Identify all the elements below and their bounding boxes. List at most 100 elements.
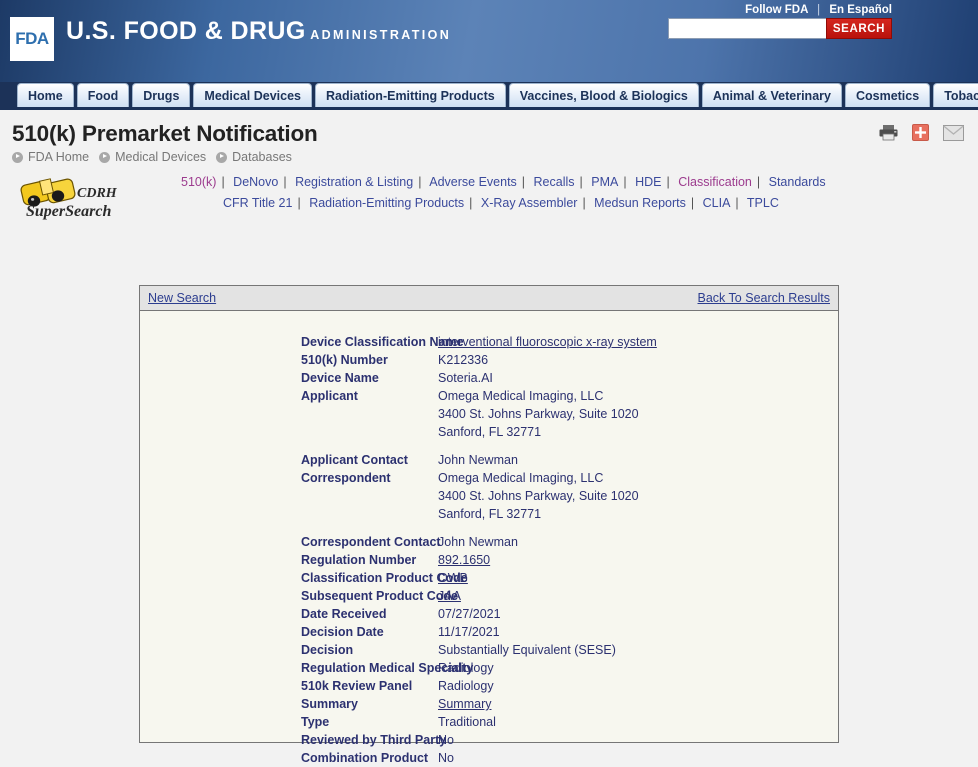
db-link-cfr-title-21[interactable]: CFR Title 21 — [223, 196, 292, 210]
utility-separator: | — [811, 4, 826, 16]
field-value: Substantially Equivalent (SESE) — [438, 641, 838, 659]
nav-tab-medical-devices[interactable]: Medical Devices — [193, 83, 312, 107]
field-value: interventional fluoroscopic x-ray system — [438, 333, 838, 351]
field-row-reviewed-by-third-party: Reviewed by Third Party No — [140, 731, 838, 749]
correspondent-address-line-3: Sanford, FL 32771 — [438, 505, 838, 523]
site-masthead: FDA U.S. FOOD & DRUG ADMINISTRATION Foll… — [0, 0, 978, 82]
field-label: Regulation Number — [140, 551, 438, 569]
back-to-search-results-link[interactable]: Back To Search Results — [698, 291, 830, 305]
field-row-correspondent: Correspondent Omega Medical Imaging, LLC… — [140, 469, 838, 523]
field-value: Radiology — [438, 677, 838, 695]
field-row-decision-date: Decision Date 11/17/2021 — [140, 623, 838, 641]
field-label: Date Received — [140, 605, 438, 623]
field-row-correspondent-contact: Correspondent Contact John Newman — [140, 533, 838, 551]
field-label: Correspondent — [140, 469, 438, 523]
field-value: Omega Medical Imaging, LLC 3400 St. John… — [438, 387, 838, 441]
db-link-radiation-emitting-products[interactable]: Radiation-Emitting Products — [309, 196, 464, 210]
db-link-adverse-events[interactable]: Adverse Events — [429, 175, 517, 189]
fda-home-logo-link[interactable]: FDA U.S. FOOD & DRUG ADMINISTRATION — [10, 17, 451, 61]
db-link-standards[interactable]: Standards — [769, 175, 826, 189]
fda-wordmark: U.S. FOOD & DRUG ADMINISTRATION — [66, 17, 451, 44]
breadcrumb-item-fda-home[interactable]: FDA Home — [28, 150, 89, 164]
field-label: Decision Date — [140, 623, 438, 641]
nav-tab-vaccines-blood-biologics[interactable]: Vaccines, Blood & Biologics — [509, 83, 699, 107]
new-search-link[interactable]: New Search — [148, 291, 216, 305]
field-row-subsequent-product-code: Subsequent Product Code JAA — [140, 587, 838, 605]
primary-nav-tabs: Home Food Drugs Medical Devices Radiatio… — [17, 83, 978, 107]
database-links: 510(k)| DeNovo| Registration & Listing| … — [181, 172, 901, 214]
db-link-pma[interactable]: PMA — [591, 175, 618, 189]
db-link-clia[interactable]: CLIA — [703, 196, 731, 210]
site-search-form: SEARCH — [668, 18, 892, 39]
cdrh-logo-line2: SuperSearch — [26, 203, 111, 220]
nav-tab-home[interactable]: Home — [17, 83, 74, 107]
field-label: Correspondent Contact — [140, 533, 438, 551]
follow-fda-link[interactable]: Follow FDA — [745, 4, 808, 16]
db-link-xray-assembler[interactable]: X-Ray Assembler — [481, 196, 578, 210]
database-links-row-2: CFR Title 21| Radiation-Emitting Product… — [181, 193, 901, 214]
field-value: 11/17/2021 — [438, 623, 838, 641]
share-icon[interactable] — [912, 124, 929, 141]
search-input[interactable] — [668, 18, 826, 39]
field-row-date-received: Date Received 07/27/2021 — [140, 605, 838, 623]
regulation-number-link[interactable]: 892.1650 — [438, 553, 490, 567]
field-row-summary: Summary Summary — [140, 695, 838, 713]
field-label: Classification Product Code — [140, 569, 438, 587]
database-nav-section: CDRH SuperSearch 510(k)| DeNovo| Registr… — [0, 168, 978, 230]
db-link-510k[interactable]: 510(k) — [181, 175, 216, 189]
database-links-row-1: 510(k)| DeNovo| Registration & Listing| … — [181, 172, 901, 193]
print-icon[interactable] — [879, 124, 898, 141]
field-value: 892.1650 — [438, 551, 838, 569]
classification-product-code-link[interactable]: OWB — [438, 571, 468, 585]
db-link-hde[interactable]: HDE — [635, 175, 661, 189]
db-link-registration-listing[interactable]: Registration & Listing — [295, 175, 413, 189]
nav-tab-cosmetics[interactable]: Cosmetics — [845, 83, 930, 107]
search-button[interactable]: SEARCH — [826, 18, 892, 39]
field-value: No — [438, 749, 838, 767]
fda-wordmark-line1: U.S. FOOD & DRUG — [66, 17, 306, 45]
field-row-applicant: Applicant Omega Medical Imaging, LLC 340… — [140, 387, 838, 441]
breadcrumb-arrow-icon — [99, 152, 110, 163]
nav-tab-food[interactable]: Food — [77, 83, 130, 107]
primary-navigation: Home Food Drugs Medical Devices Radiatio… — [0, 82, 978, 110]
breadcrumb-item-databases[interactable]: Databases — [232, 150, 292, 164]
field-label: Applicant Contact — [140, 451, 438, 469]
subsequent-product-code-link[interactable]: JAA — [438, 589, 461, 603]
field-label: Type — [140, 713, 438, 731]
field-row-combination-product: Combination Product No — [140, 749, 838, 767]
record-field-list: Device Classification Name interventiona… — [140, 311, 838, 767]
field-value: John Newman — [438, 451, 838, 469]
field-label: Combination Product — [140, 749, 438, 767]
correspondent-address-line-1: Omega Medical Imaging, LLC — [438, 469, 838, 487]
field-row-device-classification-name: Device Classification Name interventiona… — [140, 333, 838, 351]
device-classification-name-link[interactable]: interventional fluoroscopic x-ray system — [438, 335, 657, 349]
field-row-regulation-number: Regulation Number 892.1650 — [140, 551, 838, 569]
field-row-510k-review-panel: 510k Review Panel Radiology — [140, 677, 838, 695]
nav-tab-tobacco-products[interactable]: Tobacco Products — [933, 83, 978, 107]
nav-tab-radiation-emitting-products[interactable]: Radiation-Emitting Products — [315, 83, 506, 107]
db-link-medsun-reports[interactable]: Medsun Reports — [594, 196, 686, 210]
email-icon[interactable] — [943, 125, 964, 141]
db-link-recalls[interactable]: Recalls — [534, 175, 575, 189]
nav-tab-drugs[interactable]: Drugs — [132, 83, 190, 107]
breadcrumb: FDA Home Medical Devices Databases — [12, 150, 978, 164]
db-link-classification[interactable]: Classification — [678, 175, 752, 189]
cdrh-logo-line1: CDRH — [77, 186, 118, 201]
field-value: 07/27/2021 — [438, 605, 838, 623]
field-label: 510k Review Panel — [140, 677, 438, 695]
breadcrumb-arrow-icon — [12, 152, 23, 163]
db-link-denovo[interactable]: DeNovo — [233, 175, 278, 189]
field-value: Soteria.AI — [438, 369, 838, 387]
cdrh-supersearch-logo[interactable]: CDRH SuperSearch — [14, 171, 144, 221]
summary-link[interactable]: Summary — [438, 697, 491, 711]
fda-logo-text: FDA — [15, 29, 48, 49]
db-link-tplc[interactable]: TPLC — [747, 196, 779, 210]
en-espanol-link[interactable]: En Español — [829, 4, 892, 16]
page-title: 510(k) Premarket Notification — [12, 122, 978, 146]
nav-tab-animal-veterinary[interactable]: Animal & Veterinary — [702, 83, 842, 107]
field-value: JAA — [438, 587, 838, 605]
breadcrumb-item-medical-devices[interactable]: Medical Devices — [115, 150, 206, 164]
field-row-decision: Decision Substantially Equivalent (SESE) — [140, 641, 838, 659]
field-label: Subsequent Product Code — [140, 587, 438, 605]
field-label: 510(k) Number — [140, 351, 438, 369]
